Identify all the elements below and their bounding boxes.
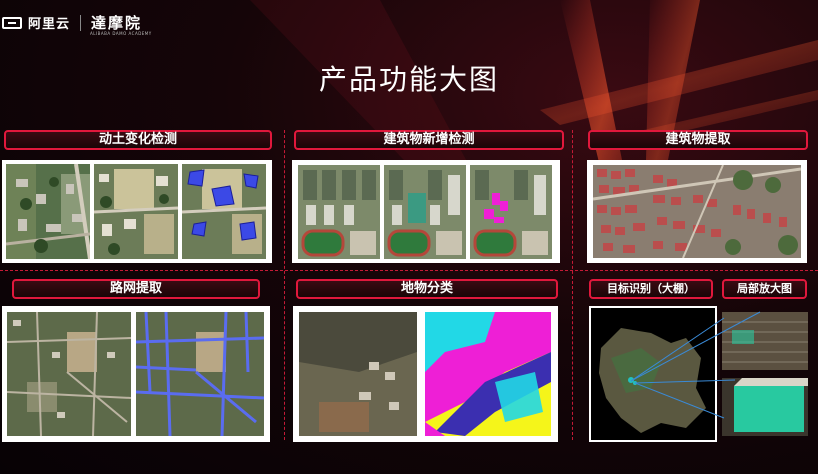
header-logos: 阿里云 達摩院 xyxy=(2,12,142,33)
section-label-landcover: 地物分类 xyxy=(296,279,558,299)
satellite-image-roads xyxy=(7,312,131,436)
satellite-image-buildings xyxy=(593,165,801,258)
panel-landcover xyxy=(293,306,558,442)
section-label-new-building: 建筑物新增检测 xyxy=(294,130,564,150)
section-label-target: 目标识别（大棚） xyxy=(589,279,713,299)
aliyun-logo-text: 阿里云 xyxy=(28,17,71,32)
satellite-image-before xyxy=(298,165,380,259)
divider-horizontal xyxy=(0,270,818,271)
panel-new-building xyxy=(292,160,560,263)
divider-vertical-left xyxy=(284,130,285,440)
divider-vertical-right xyxy=(572,130,573,440)
damo-logo-subtext: ALIBABA DAMO ACADEMY xyxy=(90,31,152,36)
section-label-building-extract: 建筑物提取 xyxy=(588,130,808,150)
section-label-zoom: 局部放大图 xyxy=(722,279,807,299)
panel-target-overview xyxy=(589,306,717,442)
damo-logo-text: 達摩院 xyxy=(91,14,143,32)
satellite-image-road-result xyxy=(136,312,264,436)
panel-road-extract xyxy=(2,306,270,442)
satellite-image-before xyxy=(6,164,90,259)
satellite-image-after xyxy=(384,165,466,259)
section-label-soil-change: 动土变化检测 xyxy=(4,130,272,150)
aliyun-logo-icon xyxy=(2,16,22,29)
section-label-road-extract: 路网提取 xyxy=(12,279,260,299)
satellite-image-after xyxy=(94,164,178,259)
panel-building-extract xyxy=(587,160,807,263)
satellite-image-landcover xyxy=(299,312,417,436)
panel-soil-change xyxy=(2,160,272,263)
zoom-image-top xyxy=(722,312,808,370)
greenhouse-overview-map xyxy=(591,308,715,440)
satellite-image-change-result xyxy=(182,164,266,259)
zoom-image-bottom xyxy=(722,378,808,436)
logo-separator xyxy=(80,14,82,31)
page-title: 产品功能大图 xyxy=(318,63,499,96)
satellite-image-detection-result xyxy=(470,165,552,259)
landcover-classification-map xyxy=(425,312,551,436)
